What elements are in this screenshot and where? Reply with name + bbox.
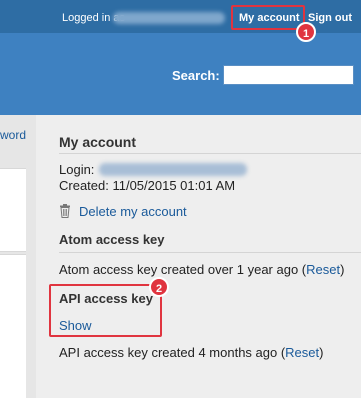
annotation-box	[49, 284, 162, 337]
blurred-email	[99, 163, 247, 176]
divider	[59, 153, 361, 154]
created-date: Created: 11/05/2015 01:01 AM	[59, 178, 236, 193]
divider	[59, 252, 361, 253]
close-paren: )	[319, 345, 324, 360]
api-key-status-text: API access key created 4 months ago (	[59, 345, 286, 360]
atom-key-heading: Atom access key	[59, 232, 165, 247]
annotation-badge: 1	[296, 22, 316, 42]
sidebar-box	[0, 168, 26, 252]
login-label: Login:	[59, 162, 95, 177]
header-band: Search:	[0, 33, 361, 115]
annotation-box	[231, 5, 305, 30]
search-input[interactable]	[223, 65, 354, 85]
api-reset-link[interactable]: Reset	[285, 345, 319, 360]
atom-reset-link[interactable]: Reset	[306, 262, 340, 277]
api-key-status: API access key created 4 months ago (Res…	[59, 345, 323, 360]
sidebar-box	[0, 254, 26, 398]
blurred-username	[113, 12, 225, 24]
trash-icon	[60, 204, 70, 218]
close-paren: )	[340, 262, 345, 277]
atom-key-status-text: Atom access key created over 1 year ago …	[59, 262, 307, 277]
page-title: My account	[59, 134, 137, 150]
atom-key-status: Atom access key created over 1 year ago …	[59, 262, 344, 277]
annotation-badge: 2	[149, 277, 169, 297]
sidebar-link[interactable]: word	[0, 128, 26, 142]
sign-out-link[interactable]: Sign out	[308, 12, 352, 24]
search-label: Search:	[172, 68, 220, 83]
delete-account-link[interactable]: Delete my account	[79, 204, 187, 219]
